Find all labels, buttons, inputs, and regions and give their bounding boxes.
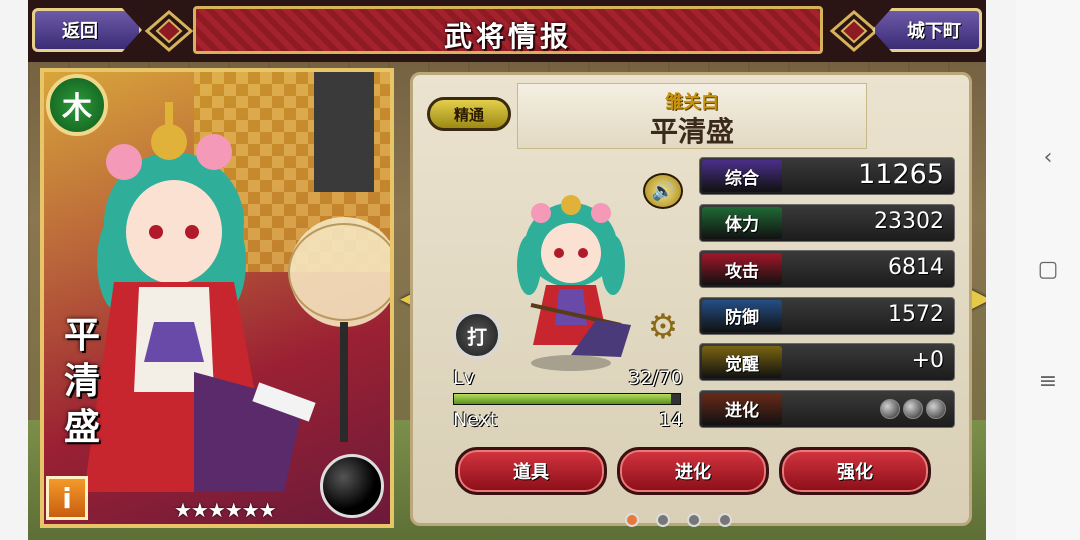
- system-menu-icon[interactable]: ≡: [1036, 370, 1060, 394]
- evolve-button[interactable]: 进化: [617, 447, 769, 495]
- back-button[interactable]: 返回: [32, 8, 142, 52]
- character-name: 平清盛: [649, 115, 734, 148]
- yin-yang-emblem-icon: [320, 454, 384, 518]
- info-button[interactable]: i: [46, 476, 88, 520]
- evolution-orb-icon: [926, 398, 946, 419]
- stat-value: 11265: [858, 159, 944, 190]
- stat-label: 体力: [702, 206, 782, 239]
- attack-type-icon: 打: [453, 311, 501, 359]
- diamond-ornament-right: [829, 10, 879, 52]
- stat-row-evolution: 进化: [699, 389, 955, 428]
- skill-badge[interactable]: 精通: [427, 97, 511, 131]
- diamond-ornament-left: [144, 10, 194, 52]
- evolution-orbs: [880, 398, 946, 419]
- game-screen: 返回 武将情报 城下町 木 平 清 盛 i ★★★★★★ ▶ 精通 雏关白 平清…: [28, 0, 986, 540]
- stat-value: 1572: [888, 301, 944, 327]
- gear-icon[interactable]: ⚙: [645, 309, 681, 345]
- stat-row-hp: 体力 23302: [699, 203, 955, 242]
- general-info-panel: 精通 雏关白 平清盛 🔊 打 ⚙ Lv 32/70 Next 14 综合 112…: [410, 72, 972, 527]
- enhance-button[interactable]: 强化: [779, 447, 931, 495]
- evolution-orb-icon: [903, 398, 923, 419]
- stat-label: 进化: [702, 392, 782, 425]
- page-indicator: [625, 513, 732, 527]
- action-buttons: 道具 进化 强化: [455, 447, 935, 495]
- system-home-icon[interactable]: ▢: [1036, 258, 1060, 282]
- stat-row-defense: 防御 1572: [699, 296, 955, 335]
- level-value: 32/70: [628, 367, 683, 389]
- wood-attribute-icon: 木: [46, 74, 108, 136]
- nameplate: 雏关白 平清盛: [517, 83, 867, 149]
- voice-speaker-icon[interactable]: 🔊: [643, 173, 683, 209]
- page-dot[interactable]: [687, 513, 701, 527]
- level-label: Lv: [453, 367, 475, 389]
- page-dot[interactable]: [718, 513, 732, 527]
- top-bar: 返回 武将情报 城下町: [28, 0, 986, 62]
- items-button[interactable]: 道具: [455, 447, 607, 495]
- page-title: 武将情报: [443, 20, 572, 53]
- next-label: Next: [453, 409, 498, 431]
- rarity-stars: ★★★★★★: [174, 498, 277, 522]
- page-dot[interactable]: [625, 513, 639, 527]
- evolution-orb-icon: [880, 398, 900, 419]
- stat-row-attack: 攻击 6814: [699, 250, 955, 288]
- stat-label: 攻击: [702, 253, 782, 285]
- stats-list: 综合 11265 体力 23302 攻击 6814 防御 1572 觉醒 +0 …: [699, 157, 955, 436]
- stat-label: 觉醒: [702, 346, 782, 378]
- stat-value: 23302: [874, 208, 944, 234]
- experience-bar-fill: [454, 394, 671, 404]
- level-row: Lv 32/70: [453, 367, 683, 391]
- castle-town-button[interactable]: 城下町: [872, 8, 982, 52]
- stat-label: 防御: [702, 299, 782, 332]
- stat-label: 综合: [702, 160, 782, 192]
- title-banner: 武将情报: [193, 6, 823, 54]
- chibi-character-sprite: [517, 195, 631, 371]
- experience-bar: [453, 393, 681, 405]
- system-back-icon[interactable]: ‹: [1036, 146, 1060, 170]
- stat-value: +0: [911, 348, 944, 373]
- next-level-row: Next 14: [453, 409, 683, 433]
- stat-value: 6814: [888, 255, 944, 280]
- page-dot[interactable]: [656, 513, 670, 527]
- character-card[interactable]: 木 平 清 盛 i ★★★★★★: [40, 68, 394, 528]
- stat-row-awaken: 觉醒 +0: [699, 343, 955, 381]
- next-value: 14: [658, 409, 683, 431]
- card-character-name: 平 清 盛: [64, 314, 101, 448]
- stat-row-total: 综合 11265: [699, 157, 955, 195]
- system-navigation-bar: ‹ ▢ ≡: [1016, 0, 1080, 540]
